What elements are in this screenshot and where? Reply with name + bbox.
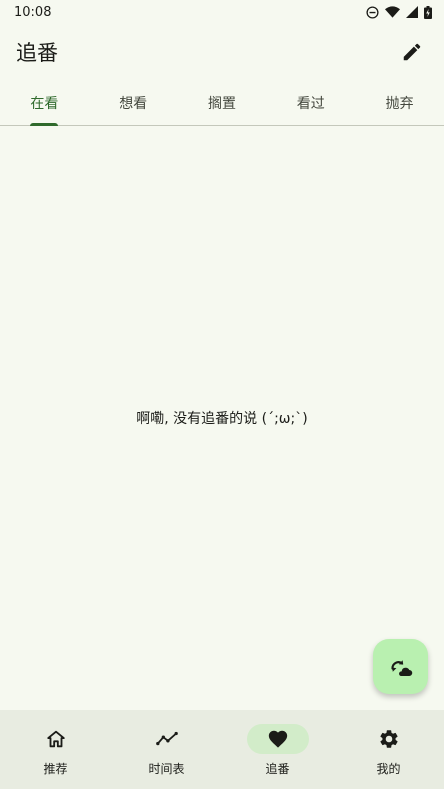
tab-want-to-watch[interactable]: 想看 — [89, 80, 178, 125]
tab-on-hold[interactable]: 搁置 — [178, 80, 267, 125]
nav-label: 推荐 — [43, 762, 68, 776]
sync-cloud-icon — [390, 659, 412, 676]
home-icon — [46, 730, 65, 748]
tab-watching[interactable]: 在看 — [0, 80, 89, 125]
nav-label: 我的 — [376, 762, 401, 776]
sync-fab-button[interactable] — [373, 639, 428, 694]
nav-item-timeline[interactable]: 时间表 — [111, 710, 222, 789]
status-time: 10:08 — [14, 4, 52, 20]
edit-icon — [403, 43, 421, 61]
timeline-icon — [155, 731, 178, 746]
nav-item-me[interactable]: 我的 — [333, 710, 444, 789]
empty-state-message: 啊嘞, 没有追番的说 (´;ω;`) — [136, 411, 308, 427]
edit-button[interactable] — [392, 32, 432, 72]
gear-icon — [379, 730, 398, 748]
battery-icon — [424, 5, 432, 19]
heart-icon — [268, 730, 287, 748]
bottom-navigation: 推荐 时间表 追番 我的 — [0, 710, 444, 789]
tab-watched[interactable]: 看过 — [266, 80, 355, 125]
tab-dropped[interactable]: 抛弃 — [355, 80, 444, 125]
nav-label: 时间表 — [148, 762, 185, 776]
nav-label: 追番 — [265, 762, 290, 776]
wifi-icon — [385, 6, 400, 18]
nav-item-following[interactable]: 追番 — [222, 710, 333, 789]
app-bar: 追番 — [0, 28, 444, 76]
dnd-icon — [366, 5, 379, 19]
signal-icon — [406, 6, 418, 18]
status-icons — [366, 5, 432, 19]
status-tabs: 在看 想看 搁置 看过 抛弃 — [0, 80, 444, 126]
status-bar: 10:08 — [0, 0, 444, 24]
page-title: 追番 — [16, 41, 58, 65]
nav-item-recommend[interactable]: 推荐 — [0, 710, 111, 789]
